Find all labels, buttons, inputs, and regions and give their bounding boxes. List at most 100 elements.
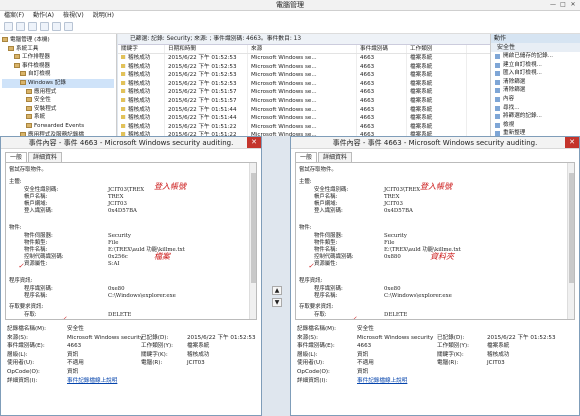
dialog-title: 事件內容 - 事件 4663 - Microsoft Windows secur… — [1, 137, 261, 149]
action-item[interactable]: 清除篩選 — [491, 78, 580, 87]
table-cell: 4663 — [357, 54, 407, 63]
tree-item[interactable]: 事件檢視器 — [2, 62, 114, 71]
handwritten-note-object: 檔案 — [154, 252, 170, 261]
next-event-button[interactable]: ▼ — [272, 298, 282, 307]
actions-pane: 動作 安全性 開啟已儲存的記錄... 建立自訂檢視... 匯入自訂檢視... 清除篩選… — [490, 34, 580, 145]
column-event-id[interactable]: 事件識別碼 — [357, 45, 407, 53]
dialog-close-button[interactable]: ✕ — [565, 137, 579, 148]
back-icon[interactable] — [4, 22, 13, 31]
action-item[interactable]: 清除篩選 — [491, 86, 580, 95]
table-cell: 2015/6/22 下午 01:52:53 — [165, 62, 248, 72]
scrollbar-thumb[interactable] — [251, 173, 256, 283]
menu-file[interactable]: 檔案(F) — [4, 11, 24, 20]
column-keyword[interactable]: 關鍵字 — [118, 45, 165, 53]
section-label: 存取要求資訊: — [9, 304, 44, 310]
action-item[interactable]: 開啟已儲存的記錄... — [491, 52, 580, 61]
section-label: 程序資訊: — [299, 278, 323, 284]
table-cell: 4663 — [357, 105, 407, 115]
field-label: 程序名稱: — [314, 293, 338, 299]
tab-general[interactable]: 一般 — [295, 152, 318, 162]
table-cell: 稽核成功 — [118, 88, 165, 97]
table-row[interactable]: 稽核成功 2015/6/22 下午 01:51:44 Microsoft Windo… — [118, 114, 490, 123]
key-icon — [121, 80, 126, 85]
column-datetime[interactable]: 日期和時間 — [165, 45, 248, 53]
scrollbar-thumb[interactable] — [569, 173, 574, 283]
action-item[interactable]: 尋找... — [491, 104, 580, 113]
tree-item-label: 安全性 — [34, 97, 51, 104]
table-row[interactable]: 稽核成功 2015/6/22 下午 01:51:57 Microsoft Windo… — [118, 96, 490, 106]
key-icon — [121, 106, 126, 111]
prev-event-button[interactable]: ▲ — [272, 286, 282, 295]
menu-action[interactable]: 動作(A) — [33, 11, 54, 20]
tree-item[interactable]: 自訂檢視 — [2, 70, 114, 79]
column-source[interactable]: 來源 — [248, 45, 357, 53]
menu-view[interactable]: 檢視(V) — [63, 11, 84, 20]
forward-icon[interactable] — [16, 22, 25, 31]
field-label: 物件名稱: — [314, 247, 338, 253]
menu-help[interactable]: 說明(H) — [93, 11, 114, 20]
table-row[interactable]: 稽核成功 2015/6/22 下午 01:51:57 Microsoft Windo… — [118, 88, 490, 97]
folder-icon[interactable] — [28, 22, 37, 31]
action-item[interactable]: 將篩選的記錄... — [491, 112, 580, 121]
tree-item-label: 應用程式 — [34, 88, 57, 95]
action-item[interactable]: 內容 — [491, 95, 580, 104]
tree-item-label: 工作排程器 — [22, 54, 50, 61]
tree-item[interactable]: Forwarded Events — [2, 122, 114, 131]
field-label: 物件名稱: — [24, 247, 48, 253]
tree-item-label: 系統工具 — [16, 45, 39, 52]
help-icon[interactable] — [52, 22, 61, 31]
meta-value: JCIT03 — [187, 360, 205, 367]
section-label: 物件: — [299, 225, 312, 231]
field-label: 物件伺服器: — [314, 233, 343, 239]
keyword-text: 稽核成功 — [128, 123, 151, 130]
online-help-link[interactable]: 事件記錄檔線上說明 — [67, 378, 117, 385]
actions-section[interactable]: 安全性 — [491, 43, 580, 52]
meta-label: 工作類別(Y): — [437, 343, 470, 350]
online-help-link[interactable]: 事件記錄檔線上說明 — [357, 378, 407, 385]
action-item[interactable]: 匯入自訂檢視... — [491, 69, 580, 78]
tab-details[interactable]: 詳細資料 — [318, 152, 353, 162]
tree-item-label: Forwarded Events — [34, 122, 85, 129]
folder-icon — [26, 114, 32, 120]
meta-label: OpCode(O): — [7, 369, 40, 375]
table-cell: 稽核成功 — [118, 54, 165, 63]
tree-item[interactable]: 應用程式 — [2, 88, 114, 97]
table-row[interactable]: 稽核成功 2015/6/22 下午 01:51:44 Microsoft Windo… — [118, 105, 490, 115]
table-cell: 2015/6/22 下午 01:51:44 — [165, 105, 248, 115]
tab-details[interactable]: 詳細資料 — [28, 152, 63, 162]
table-row[interactable]: 稽核成功 2015/6/22 下午 01:52:53 Microsoft Windo… — [118, 62, 490, 72]
table-cell: Microsoft Windows se... — [248, 88, 357, 97]
table-cell: 稽核成功 — [118, 71, 165, 80]
tree-item[interactable]: 電腦管理 (本機) — [2, 36, 114, 45]
column-task-category[interactable]: 工作類別 — [407, 45, 467, 53]
tree-item[interactable]: 系統 — [2, 113, 114, 122]
key-icon — [121, 97, 126, 102]
tab-general[interactable]: 一般 — [5, 152, 28, 162]
tree-item[interactable]: 工作排程器 — [2, 53, 114, 62]
tree-item[interactable]: 安全性 — [2, 96, 114, 105]
meta-value: Microsoft Windows security — [67, 334, 144, 341]
table-row[interactable]: 稽核成功 2015/6/22 下午 01:51:22Microsoft Windo… — [118, 122, 490, 132]
tree-item[interactable]: 安裝程式 — [2, 105, 114, 114]
table-cell: 4663 — [357, 122, 407, 132]
maximize-button[interactable]: □ — [558, 1, 568, 9]
action-item[interactable]: 建立自訂檢視... — [491, 61, 580, 70]
console-icon[interactable] — [64, 22, 73, 31]
field-value: File — [108, 240, 119, 246]
table-row[interactable]: 稽核成功 2015/6/22 下午 01:52:53 Microsoft Windo… — [118, 54, 490, 63]
action-item[interactable]: 檢視 — [491, 121, 580, 130]
dialog-close-button[interactable]: ✕ — [247, 137, 261, 148]
meta-label: 電腦(R): — [437, 360, 459, 367]
keyword-text: 稽核成功 — [128, 106, 151, 113]
key-icon — [121, 55, 126, 59]
properties-icon[interactable] — [40, 22, 49, 31]
description-scrollbar[interactable] — [567, 163, 574, 319]
description-scrollbar[interactable] — [249, 163, 256, 319]
table-row[interactable]: 稽核成功 2015/6/22 下午 01:52:53 Microsoft Windo… — [118, 71, 490, 80]
minimize-button[interactable]: — — [548, 1, 558, 9]
meta-value: 資訊 — [67, 369, 79, 375]
table-row[interactable]: 稽核成功 2015/6/22 下午 01:52:53 Microsoft Windo… — [118, 79, 490, 89]
close-button[interactable]: ✕ — [568, 1, 578, 9]
tree-item[interactable]: 系統工具 — [2, 45, 114, 54]
tree-item[interactable]: Windows 記錄 — [2, 78, 114, 88]
